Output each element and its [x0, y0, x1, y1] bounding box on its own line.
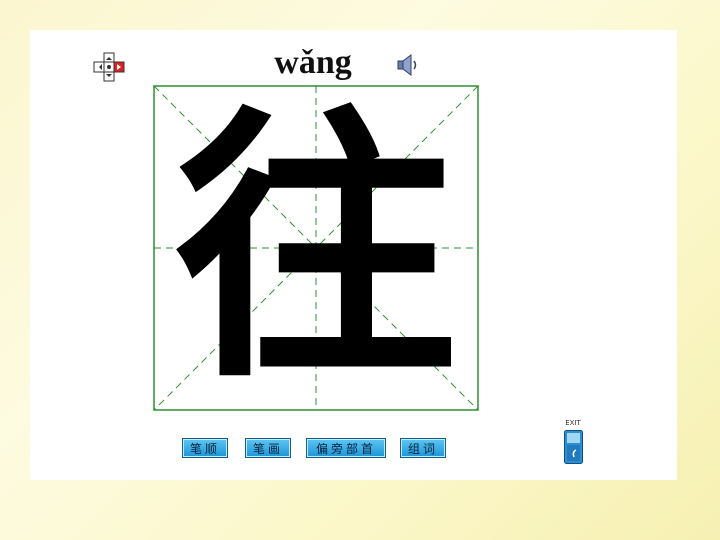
- exit-label: EXIT: [565, 419, 581, 427]
- quad-arrow-nav-icon[interactable]: [93, 52, 125, 82]
- hanzi-character: 往: [173, 80, 459, 416]
- pinyin-label: wǎng: [274, 44, 352, 81]
- stroke-order-button[interactable]: 笔顺: [182, 438, 228, 458]
- word-building-button[interactable]: 组词: [400, 438, 446, 458]
- radical-button[interactable]: 偏旁部首: [306, 438, 386, 458]
- strokes-button[interactable]: 笔画: [245, 438, 291, 458]
- speaker-icon[interactable]: [396, 52, 420, 78]
- exit-door-icon[interactable]: [564, 430, 583, 464]
